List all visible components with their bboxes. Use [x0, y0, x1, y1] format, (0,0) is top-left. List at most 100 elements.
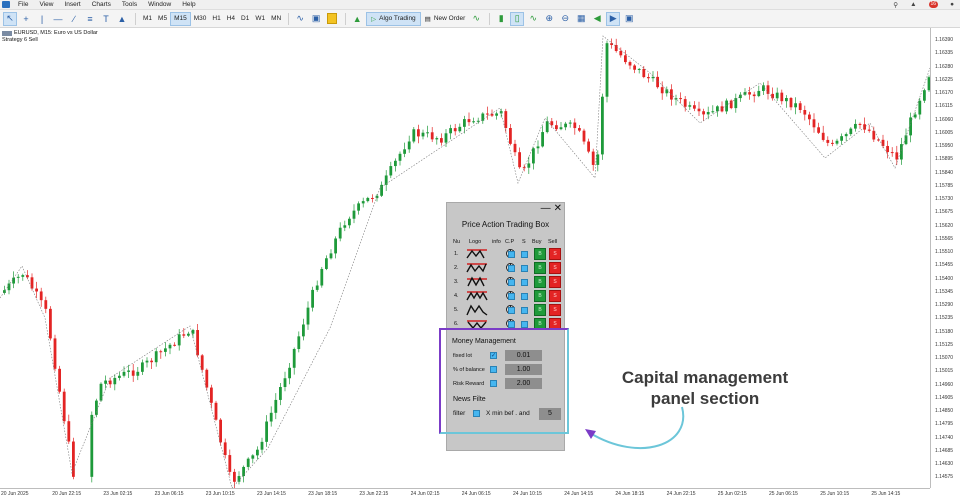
- candle-body: [338, 227, 342, 239]
- indicators-icon[interactable]: ∿: [293, 12, 307, 26]
- tile-windows-icon[interactable]: ▦: [574, 12, 588, 26]
- s-checkbox[interactable]: [521, 251, 528, 258]
- symbol-label: EURUSD, M15: Euro vs US Dollar: [14, 30, 98, 36]
- cp-checkbox[interactable]: [508, 293, 515, 300]
- menu-help[interactable]: Help: [182, 0, 195, 10]
- zoom-in-icon[interactable]: ⊕: [542, 12, 556, 26]
- crosshair-icon[interactable]: +: [19, 12, 33, 26]
- algo-trading-button[interactable]: ▷ Algo Trading: [366, 11, 421, 26]
- buy-button[interactable]: B: [534, 304, 546, 316]
- account-icon[interactable]: ●: [950, 1, 954, 8]
- candle-body: [844, 134, 848, 137]
- candle-body: [187, 333, 190, 336]
- price-tick-label: 1.15895: [935, 156, 954, 163]
- cp-checkbox[interactable]: [508, 265, 515, 272]
- sell-button[interactable]: S: [549, 290, 561, 302]
- menu-charts[interactable]: Charts: [92, 0, 111, 10]
- cp-checkbox[interactable]: [508, 251, 515, 258]
- candle-body: [279, 387, 282, 400]
- sell-button[interactable]: S: [549, 276, 561, 288]
- autoscroll-icon[interactable]: ◀: [590, 12, 604, 26]
- candle-body: [177, 334, 181, 346]
- buy-button[interactable]: B: [534, 248, 546, 260]
- bar-chart-icon[interactable]: ▮: [494, 12, 508, 26]
- line-chart-icon[interactable]: ∿: [526, 12, 540, 26]
- candle-body: [30, 277, 34, 289]
- cp-checkbox[interactable]: [508, 279, 515, 286]
- channel-icon[interactable]: ≡: [83, 12, 97, 26]
- candle-body: [407, 141, 411, 150]
- candle-body: [145, 360, 149, 363]
- cursor-tool-icon[interactable]: ↖: [3, 11, 17, 26]
- timeframe-w1[interactable]: W1: [252, 12, 268, 26]
- candle-body: [582, 130, 586, 142]
- menu-tools[interactable]: Tools: [122, 0, 137, 10]
- notifications-icon[interactable]: ▲: [910, 1, 916, 8]
- time-tick-label: 25 Jun 10:15: [820, 491, 850, 497]
- timeframe-d1[interactable]: D1: [238, 12, 252, 26]
- close-icon[interactable]: ✕: [554, 203, 562, 214]
- sell-button[interactable]: S: [549, 262, 561, 274]
- callout-arrow-icon: [585, 406, 685, 449]
- buy-button[interactable]: B: [534, 276, 546, 288]
- expert-icon[interactable]: [325, 12, 339, 26]
- s-checkbox[interactable]: [521, 265, 528, 272]
- timeframe-m15[interactable]: M15: [170, 11, 191, 26]
- s-checkbox[interactable]: [521, 321, 528, 328]
- timeframe-m5[interactable]: M5: [155, 12, 170, 26]
- timeframe-mn[interactable]: MN: [268, 12, 284, 26]
- s-checkbox[interactable]: [521, 279, 528, 286]
- timeframe-m1[interactable]: M1: [140, 12, 155, 26]
- candle-body: [21, 275, 25, 277]
- candle-body: [233, 471, 236, 482]
- timeframe-h4[interactable]: H4: [224, 12, 238, 26]
- trendline-icon[interactable]: ∕: [67, 12, 81, 26]
- cp-checkbox[interactable]: [508, 307, 515, 314]
- signals-icon[interactable]: ▲: [350, 12, 364, 26]
- time-tick-label: 25 Jun 06:15: [769, 491, 798, 497]
- menu-view[interactable]: View: [39, 0, 53, 10]
- candle-body: [53, 338, 57, 369]
- cp-checkbox[interactable]: [508, 321, 515, 328]
- panel-title: Price Action Trading Box: [461, 220, 550, 229]
- time-axis[interactable]: 20 Jun 2025 20 Jun 22:15 23 Jun 02:15 23 Ju…: [0, 488, 930, 498]
- price-tick-label: 1.14850: [935, 408, 954, 414]
- menu-insert[interactable]: Insert: [64, 0, 80, 10]
- new-order-button[interactable]: ▤ New Order: [421, 12, 470, 26]
- screenshot-icon[interactable]: ▣: [622, 12, 636, 26]
- zoom-out-icon[interactable]: ⊖: [558, 12, 572, 26]
- templates-icon[interactable]: ▣: [309, 12, 323, 26]
- market-watch-icon[interactable]: ∿: [469, 12, 483, 26]
- timeframe-h1[interactable]: H1: [209, 12, 223, 26]
- candle-body: [352, 210, 356, 219]
- candle-body: [467, 119, 471, 123]
- strategy-label: Strategy 6 Sell: [2, 37, 38, 43]
- vertical-line-icon[interactable]: |: [35, 12, 49, 26]
- s-checkbox[interactable]: [521, 293, 528, 300]
- price-tick-label: 1.15510: [935, 249, 954, 255]
- candle-body: [545, 121, 549, 133]
- candle-body: [417, 129, 420, 137]
- menu-file[interactable]: File: [18, 0, 28, 10]
- price-axis[interactable]: 1.16390 1.16335 1.16280 1.16225 1.16170 1.161…: [930, 28, 960, 488]
- time-tick-label: 24 Jun 14:15: [564, 491, 594, 497]
- chart-shift-icon[interactable]: ▶: [606, 11, 621, 26]
- horizontal-line-icon[interactable]: —: [51, 12, 65, 26]
- candlestick-icon[interactable]: ▯: [510, 11, 525, 26]
- minimize-icon[interactable]: —: [541, 203, 551, 214]
- pattern-logo-icon: [467, 276, 487, 287]
- price-tick-label: 1.15675: [935, 209, 954, 216]
- s-checkbox[interactable]: [521, 307, 528, 314]
- buy-button[interactable]: B: [534, 262, 546, 274]
- candle-body: [633, 65, 636, 70]
- shapes-icon[interactable]: ▲: [115, 12, 129, 26]
- candle-body: [900, 144, 903, 160]
- sell-button[interactable]: S: [549, 248, 561, 260]
- text-tool-icon[interactable]: T: [99, 12, 113, 26]
- buy-button[interactable]: B: [534, 290, 546, 302]
- sell-button[interactable]: S: [549, 304, 561, 316]
- search-icon[interactable]: ⚲: [893, 1, 898, 9]
- timeframe-m30[interactable]: M30: [191, 12, 210, 26]
- menu-window[interactable]: Window: [148, 0, 171, 10]
- candle-body: [504, 111, 508, 128]
